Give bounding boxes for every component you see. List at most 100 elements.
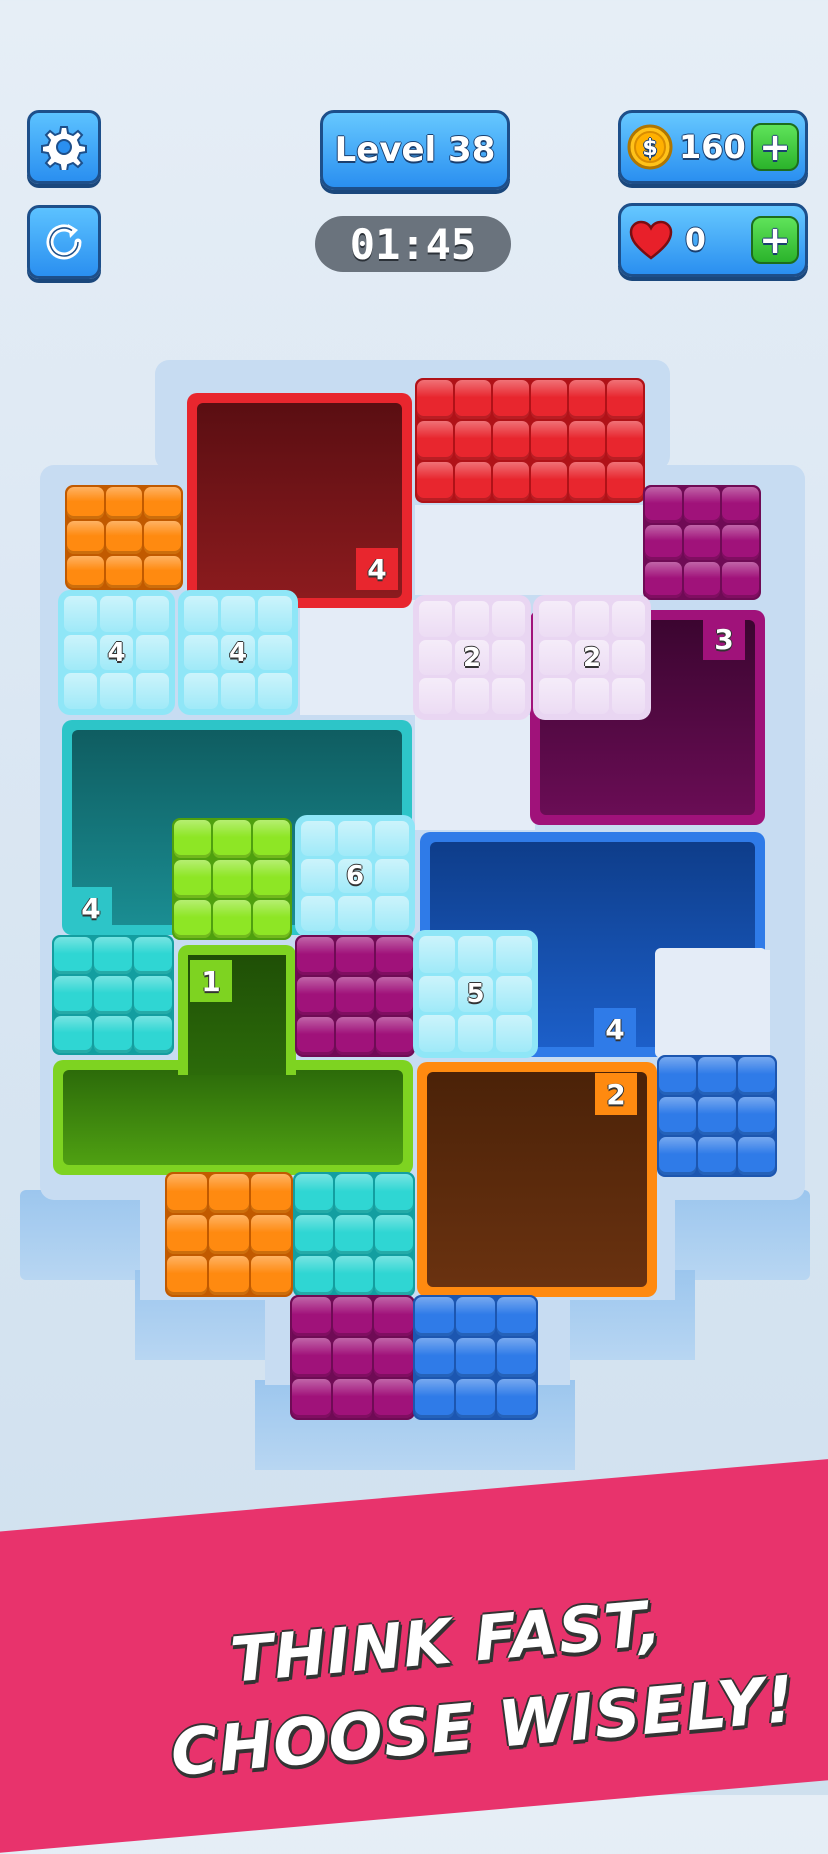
purple-block[interactable] [295,935,415,1057]
cyan-block[interactable] [52,935,174,1055]
heart-icon [629,220,673,260]
orange-block[interactable] [165,1172,293,1297]
add-lives-button[interactable]: + [751,216,799,264]
restart-icon [46,224,82,260]
cube [375,1017,413,1055]
ice-block[interactable]: 4 [58,590,175,715]
cube [531,380,567,419]
cube [497,1338,536,1377]
cube [722,562,759,598]
cube [134,937,172,975]
cube [209,1215,249,1254]
cube [456,1379,495,1418]
cube [105,487,143,520]
lime-block[interactable] [172,818,292,940]
ice-cube [419,936,455,973]
blue-hole-count: 4 [594,1008,636,1050]
ice-cube [539,678,573,714]
green-hole-count: 1 [190,960,232,1002]
ice-block[interactable]: 6 [295,815,415,937]
cube [569,421,605,460]
plus-icon: + [759,125,791,169]
red-block[interactable] [415,378,645,503]
cube [292,1338,331,1377]
cube [174,820,212,858]
cube [209,1174,249,1213]
ice-cube [221,596,255,632]
ice-cube [611,639,645,676]
ice-cube [301,821,335,856]
cube [67,487,104,520]
cube [292,1379,331,1418]
cube [333,1297,372,1336]
ice-cube [64,634,97,671]
coins-value: 160 [679,128,746,166]
cube [659,1137,697,1175]
ice-cube [575,601,609,637]
ice-cube [457,1015,494,1052]
cube [531,462,567,501]
cube [335,1215,373,1254]
cube [569,462,605,501]
cube [737,1057,775,1095]
cube [54,1015,92,1053]
ice-cube [457,936,494,973]
svg-text:$: $ [642,136,657,161]
cube [415,1297,454,1336]
ice-cube [221,673,255,709]
ice-cube [184,596,218,632]
ice-cube [496,1015,532,1052]
cube [209,1256,249,1295]
gear-icon [41,126,87,170]
ice-block-count: 2 [462,642,482,673]
cube [252,820,290,858]
cyan-block[interactable] [293,1172,415,1297]
cube [415,1338,454,1377]
cube [94,937,132,975]
ice-cube [301,858,335,894]
ice-cube [258,596,292,632]
cube [297,1017,335,1055]
cube [67,521,104,554]
add-coins-button[interactable]: + [751,123,799,171]
ice-cube [136,673,169,709]
blue-block[interactable] [657,1055,777,1177]
cube [54,937,92,975]
restart-button[interactable] [27,205,101,279]
ice-cube [575,678,609,714]
ice-block[interactable]: 2 [413,595,531,720]
empty-cell [415,715,535,830]
cube [336,977,374,1015]
cube [683,562,721,598]
cube [252,860,290,898]
ice-block[interactable]: 5 [413,930,538,1058]
orange-block[interactable] [65,485,183,590]
green-hole[interactable] [53,1060,413,1175]
cube [167,1256,207,1295]
cube [252,900,290,938]
cube [251,1256,291,1295]
cube [297,937,335,975]
ice-cube [338,896,372,931]
timer: 01:45 [315,216,511,272]
cube [607,380,643,419]
blue-block[interactable] [413,1295,538,1420]
teal-hole-count: 4 [70,887,112,929]
ice-cube [539,639,573,676]
purple-block[interactable] [290,1295,415,1420]
ice-cube [184,673,218,709]
cube [167,1215,207,1254]
ice-cube [496,975,532,1013]
cube [607,462,643,501]
empty-cell [300,600,415,715]
cube [455,380,491,419]
ice-cube [419,639,453,676]
cube [295,1256,333,1295]
purple-block[interactable] [643,485,761,600]
cube [455,462,491,501]
ice-block[interactable]: 4 [178,590,298,715]
cube [333,1338,372,1377]
settings-button[interactable] [27,110,101,184]
ice-block[interactable]: 2 [533,595,651,720]
cube [415,1379,454,1418]
